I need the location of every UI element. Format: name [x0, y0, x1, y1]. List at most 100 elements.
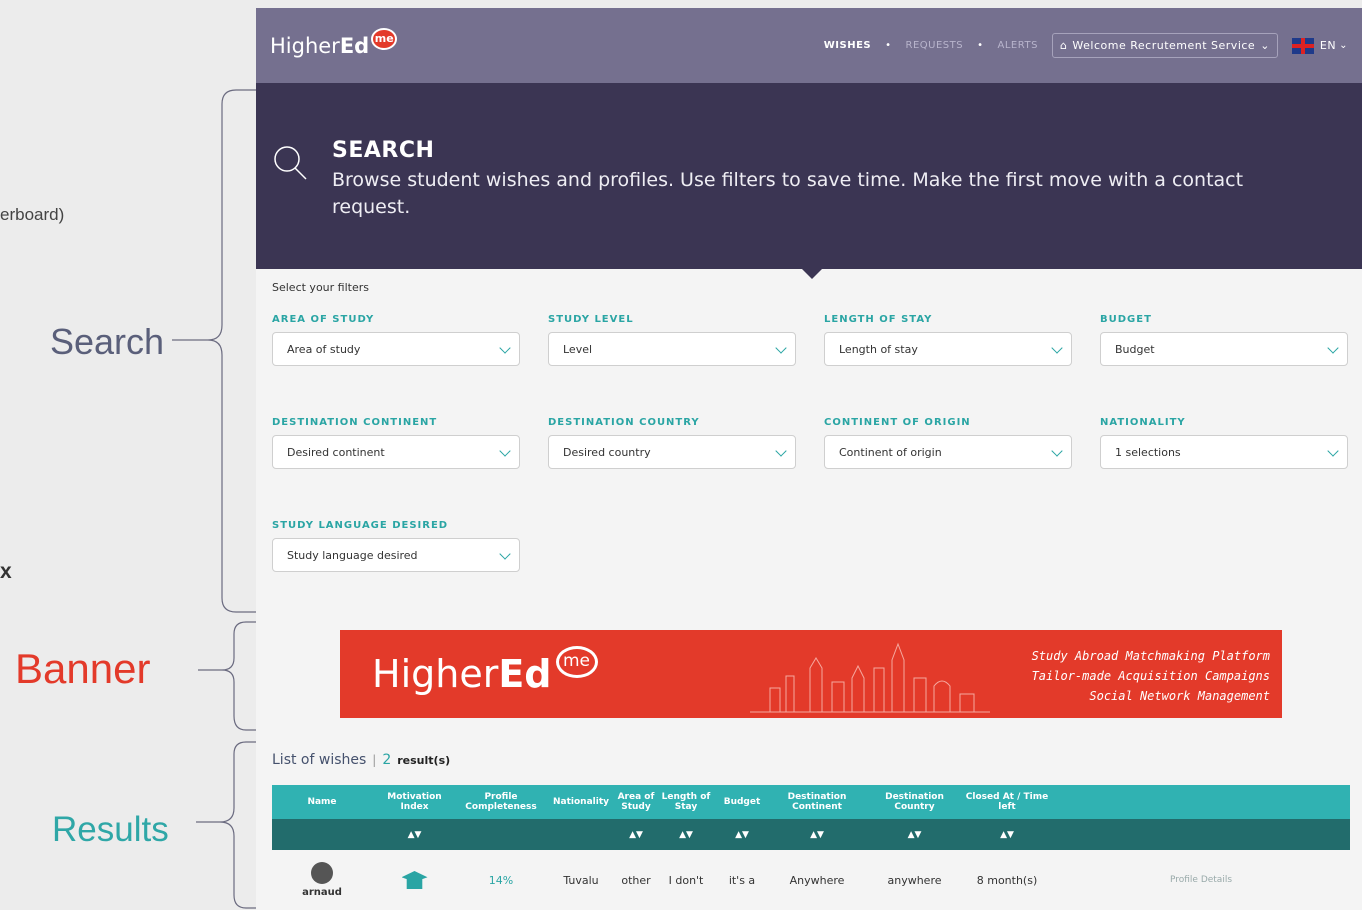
banner-logo-bubble: me	[555, 646, 598, 678]
filter-label: NATIONALITY	[1100, 417, 1186, 428]
study-level-select[interactable]: Level	[548, 332, 796, 366]
language-code: EN	[1319, 39, 1337, 52]
column-header-country[interactable]: Destination Country	[867, 792, 962, 812]
nav-separator: •	[885, 40, 892, 51]
chevron-down-icon: ⌄	[1339, 40, 1348, 51]
select-value: Level	[563, 342, 593, 356]
column-header-nationality[interactable]: Nationality	[545, 797, 617, 807]
banner-tagline: Tailor-made Acquisition Campaigns	[1031, 669, 1270, 683]
graduation-cap-icon	[401, 871, 428, 889]
column-header-motivation[interactable]: Motivation Index	[372, 792, 457, 812]
app-window: Higher Ed me WISHES • REQUESTS • ALERTS ⌂…	[256, 8, 1362, 910]
banner-taglines: Study Abroad Matchmaking Platform Tailor…	[1032, 646, 1270, 706]
nav-separator: •	[977, 40, 984, 51]
logo-bold: Ed	[339, 33, 370, 58]
chevron-down-icon: ⌄	[1260, 39, 1270, 52]
banner-logo: HigherEd me	[372, 646, 598, 696]
cell-name: arnaud	[272, 862, 372, 898]
banner-tagline: Study Abroad Matchmaking Platform	[1031, 649, 1270, 663]
student-name[interactable]: arnaud	[272, 887, 372, 898]
filters-panel: Select your filters AREA OF STUDY Area o…	[256, 269, 1362, 619]
nationality-select[interactable]: 1 selections	[1100, 435, 1348, 469]
main-nav: WISHES • REQUESTS • ALERTS ⌂ Welcome Rec…	[824, 33, 1348, 58]
continent-of-origin-select[interactable]: Continent of origin	[824, 435, 1072, 469]
column-header-area[interactable]: Area of Study	[617, 792, 655, 812]
filter-destination-continent: DESTINATION CONTINENT Desired continent	[272, 417, 520, 520]
city-skyline-icon	[750, 642, 990, 713]
account-name: Welcome Recrutement Service	[1072, 39, 1256, 52]
chevron-down-icon	[775, 445, 787, 457]
table-header: Name Motivation Index Profile Completene…	[272, 785, 1350, 819]
filter-label: BUDGET	[1100, 314, 1152, 325]
logo-prefix: Higher	[270, 33, 340, 58]
search-hero: SEARCH Browse student wishes and profile…	[256, 83, 1362, 279]
filter-continent-of-origin: CONTINENT OF ORIGIN Continent of origin	[824, 417, 1072, 520]
avatar-icon	[311, 862, 333, 884]
cell-stay: I don't	[668, 873, 704, 887]
cell-motivation	[372, 871, 457, 889]
page-title: SEARCH	[332, 138, 435, 163]
filter-label: STUDY LEVEL	[548, 314, 634, 325]
study-language-select[interactable]: Study language desired	[272, 538, 520, 572]
select-value: Budget	[1115, 342, 1155, 356]
banner-brace	[198, 621, 258, 731]
nav-wishes[interactable]: WISHES	[824, 40, 871, 51]
uk-flag-icon	[1291, 37, 1314, 54]
filter-label: LENGTH OF STAY	[824, 314, 933, 325]
select-value: Desired country	[563, 445, 651, 459]
area-of-study-select[interactable]: Area of study	[272, 332, 520, 366]
filter-area-of-study: AREA OF STUDY Area of study	[272, 314, 520, 417]
sort-toggle[interactable]: ▲▼	[717, 830, 767, 840]
logo[interactable]: Higher Ed me	[270, 27, 398, 58]
filter-label: DESTINATION CONTINENT	[272, 417, 438, 428]
select-value: 1 selections	[1115, 445, 1181, 459]
banner-logo-prefix: Higher	[372, 652, 499, 696]
sort-toggle[interactable]: ▲▼	[867, 830, 962, 840]
table-sort-row: ▲▼ ▲▼ ▲▼ ▲▼ ▲▼ ▲▼ ▲▼	[272, 819, 1350, 850]
sort-toggle[interactable]: ▲▼	[655, 830, 717, 840]
filter-study-language: STUDY LANGUAGE DESIRED Study language de…	[272, 520, 520, 623]
logo-bubble: me	[371, 27, 398, 50]
chevron-down-icon	[1051, 342, 1063, 354]
select-value: Study language desired	[287, 548, 418, 562]
sort-toggle[interactable]: ▲▼	[617, 830, 655, 840]
column-header-completeness[interactable]: Profile Completeness	[457, 792, 545, 812]
filter-label: CONTINENT OF ORIGIN	[824, 417, 971, 428]
cell-completeness: 14%	[488, 873, 514, 887]
column-header-budget[interactable]: Budget	[717, 797, 767, 807]
select-value: Continent of origin	[839, 445, 942, 459]
table-row[interactable]: arnaud 14% Tuvalu other I don't it's a A…	[272, 850, 1350, 910]
budget-select[interactable]: Budget	[1100, 332, 1348, 366]
banner-tagline: Social Network Management	[1089, 689, 1270, 703]
column-header-stay[interactable]: Length of Stay	[655, 792, 717, 812]
cell-country: anywhere	[887, 873, 942, 887]
nav-requests[interactable]: REQUESTS	[906, 40, 964, 51]
nav-alerts[interactable]: ALERTS	[998, 40, 1038, 51]
language-selector[interactable]: EN ⌄	[1291, 37, 1348, 54]
filter-label: AREA OF STUDY	[272, 314, 375, 325]
sort-toggle[interactable]: ▲▼	[962, 830, 1052, 840]
chevron-down-icon	[499, 342, 511, 354]
destination-country-select[interactable]: Desired country	[548, 435, 796, 469]
results-section: List of wishes | 2 result(s) Name Motiva…	[272, 752, 1350, 910]
column-header-time-left[interactable]: Closed At / Time left	[962, 792, 1052, 812]
account-dropdown[interactable]: ⌂ Welcome Recrutement Service ⌄	[1051, 33, 1278, 58]
destination-continent-select[interactable]: Desired continent	[272, 435, 520, 469]
ad-banner[interactable]: HigherEd me Study Abroad Matchmaking Pla…	[340, 630, 1282, 718]
select-value: Area of study	[287, 342, 361, 356]
results-brace	[196, 741, 258, 909]
cell-nationality: Tuvalu	[563, 873, 599, 887]
top-navbar: Higher Ed me WISHES • REQUESTS • ALERTS ⌂…	[256, 8, 1362, 83]
sort-toggle[interactable]: ▲▼	[372, 830, 457, 840]
column-header-continent[interactable]: Destination Continent	[767, 792, 867, 812]
filter-study-level: STUDY LEVEL Level	[548, 314, 796, 417]
filter-label: STUDY LANGUAGE DESIRED	[272, 520, 449, 531]
length-of-stay-select[interactable]: Length of stay	[824, 332, 1072, 366]
filter-label: DESTINATION COUNTRY	[548, 417, 700, 428]
search-brace	[172, 89, 258, 613]
sort-toggle[interactable]: ▲▼	[767, 830, 867, 840]
cell-budget: it's a	[728, 873, 756, 887]
select-value: Length of stay	[839, 342, 918, 356]
column-header-name[interactable]: Name	[272, 797, 372, 807]
profile-details-link[interactable]: Profile Details	[1052, 875, 1350, 885]
